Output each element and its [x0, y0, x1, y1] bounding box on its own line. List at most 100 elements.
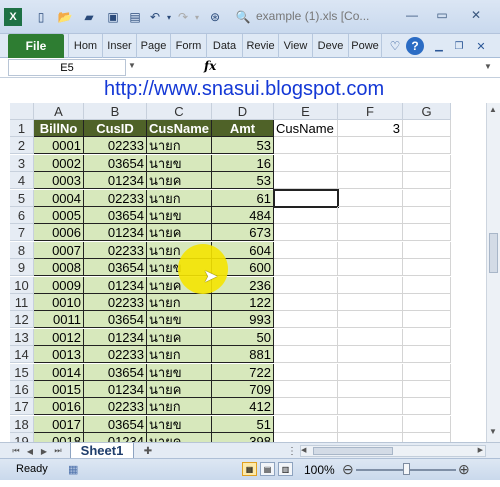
tab-formulas[interactable]: Form [170, 34, 206, 58]
close-button[interactable]: ✕ [462, 6, 490, 24]
table-cell[interactable]: 122 [212, 294, 274, 311]
table-cell[interactable]: นายก [147, 398, 212, 415]
table-cell[interactable]: 01234 [84, 224, 147, 241]
cell[interactable] [403, 416, 451, 433]
zoom-in-icon[interactable]: ⊕ [458, 461, 470, 478]
file-tab[interactable]: File [8, 34, 64, 58]
row-header[interactable]: 3 [10, 155, 34, 172]
new-icon[interactable]: ▯ [32, 8, 50, 26]
cell[interactable] [338, 381, 403, 398]
table-cell[interactable]: นายก [147, 190, 212, 207]
scroll-thumb[interactable] [489, 233, 498, 273]
cell[interactable] [403, 242, 451, 259]
horizontal-scrollbar[interactable]: ◀ ▶ [300, 445, 486, 457]
row-header[interactable]: 6 [10, 207, 34, 224]
table-cell[interactable]: 03654 [84, 207, 147, 224]
table-cell[interactable]: 03654 [84, 364, 147, 381]
cell[interactable] [403, 259, 451, 276]
scroll-up-icon[interactable]: ▲ [489, 105, 497, 114]
table-cell[interactable]: 02233 [84, 294, 147, 311]
cell[interactable] [403, 155, 451, 172]
cell[interactable] [338, 311, 403, 328]
tab-view[interactable]: View [278, 34, 312, 58]
table-cell[interactable]: 16 [212, 155, 274, 172]
row-header[interactable]: 15 [10, 364, 34, 381]
table-cell[interactable]: 0001 [34, 137, 84, 154]
row-header[interactable]: 8 [10, 242, 34, 259]
table-cell[interactable]: 03654 [84, 416, 147, 433]
minimize-button[interactable]: — [398, 6, 426, 24]
table-cell[interactable]: 0003 [34, 172, 84, 189]
table-cell[interactable]: 0012 [34, 329, 84, 346]
table-cell[interactable]: 01234 [84, 329, 147, 346]
cell[interactable] [274, 416, 338, 433]
h-scroll-thumb[interactable] [313, 447, 393, 455]
cell[interactable] [403, 294, 451, 311]
column-header-e[interactable]: E [274, 103, 338, 120]
column-header-g[interactable]: G [403, 103, 451, 120]
cell[interactable] [274, 224, 338, 241]
table-cell[interactable]: 0005 [34, 207, 84, 224]
zoom-slider-thumb[interactable] [403, 463, 410, 475]
cell[interactable] [338, 242, 403, 259]
table-cell[interactable]: 50 [212, 329, 274, 346]
cell[interactable] [274, 207, 338, 224]
scroll-right-icon[interactable]: ▶ [478, 446, 483, 454]
cell[interactable] [274, 364, 338, 381]
cell[interactable] [274, 172, 338, 189]
active-cell-e5[interactable] [273, 189, 339, 208]
cell[interactable] [274, 259, 338, 276]
folder-icon[interactable]: ▰ [80, 8, 98, 26]
table-cell[interactable]: นายค [147, 224, 212, 241]
table-cell[interactable]: 0007 [34, 242, 84, 259]
cell[interactable] [403, 224, 451, 241]
table-cell[interactable]: 02233 [84, 346, 147, 363]
last-sheet-icon[interactable]: ⏭ [52, 444, 64, 458]
insert-function-button[interactable]: fx [204, 59, 216, 73]
open-icon[interactable]: 📂 [56, 8, 74, 26]
table-cell[interactable]: 01234 [84, 381, 147, 398]
table-cell[interactable]: 0017 [34, 416, 84, 433]
table-cell[interactable]: นายก [147, 346, 212, 363]
table-cell[interactable]: 03654 [84, 259, 147, 276]
insert-sheet-icon[interactable]: ✚ [140, 444, 156, 458]
cell[interactable] [338, 137, 403, 154]
row-header[interactable]: 10 [10, 277, 34, 294]
cell[interactable] [338, 172, 403, 189]
table-cell[interactable]: 02233 [84, 190, 147, 207]
prev-sheet-icon[interactable]: ◀ [24, 444, 36, 458]
table-cell[interactable]: 0011 [34, 311, 84, 328]
cell[interactable] [274, 329, 338, 346]
table-cell[interactable]: นายข [147, 207, 212, 224]
normal-view-icon[interactable]: ▦ [242, 462, 257, 476]
table-cell[interactable]: 02233 [84, 137, 147, 154]
restore-button[interactable]: ▭ [428, 6, 456, 24]
table-cell[interactable]: 412 [212, 398, 274, 415]
close-window-icon[interactable]: ✕ [472, 37, 490, 55]
row-header[interactable]: 9 [10, 259, 34, 276]
table-cell[interactable]: 51 [212, 416, 274, 433]
table-cell[interactable]: นายค [147, 172, 212, 189]
column-header-c[interactable]: C [147, 103, 212, 120]
cell[interactable] [338, 207, 403, 224]
cell[interactable] [338, 329, 403, 346]
cell[interactable] [338, 259, 403, 276]
cell[interactable] [338, 364, 403, 381]
cell[interactable] [403, 277, 451, 294]
first-sheet-icon[interactable]: ⏮ [10, 444, 22, 458]
restore-window-icon[interactable]: ❐ [450, 37, 468, 55]
scroll-down-icon[interactable]: ▼ [489, 427, 497, 436]
name-box-dropdown-icon[interactable]: ▼ [128, 61, 136, 70]
name-box[interactable]: E5 [8, 59, 126, 76]
cell[interactable] [274, 346, 338, 363]
tab-insert[interactable]: Inser [102, 34, 136, 58]
macro-record-icon[interactable]: ▦ [68, 463, 78, 476]
cell[interactable] [338, 155, 403, 172]
table-cell[interactable]: 03654 [84, 155, 147, 172]
zoom-out-icon[interactable]: ⊖ [342, 461, 354, 478]
row-header[interactable]: 17 [10, 398, 34, 415]
table-cell[interactable]: 01234 [84, 277, 147, 294]
select-all-corner[interactable] [10, 103, 34, 120]
cell[interactable] [403, 398, 451, 415]
table-header-cell[interactable]: Amt [212, 120, 274, 137]
